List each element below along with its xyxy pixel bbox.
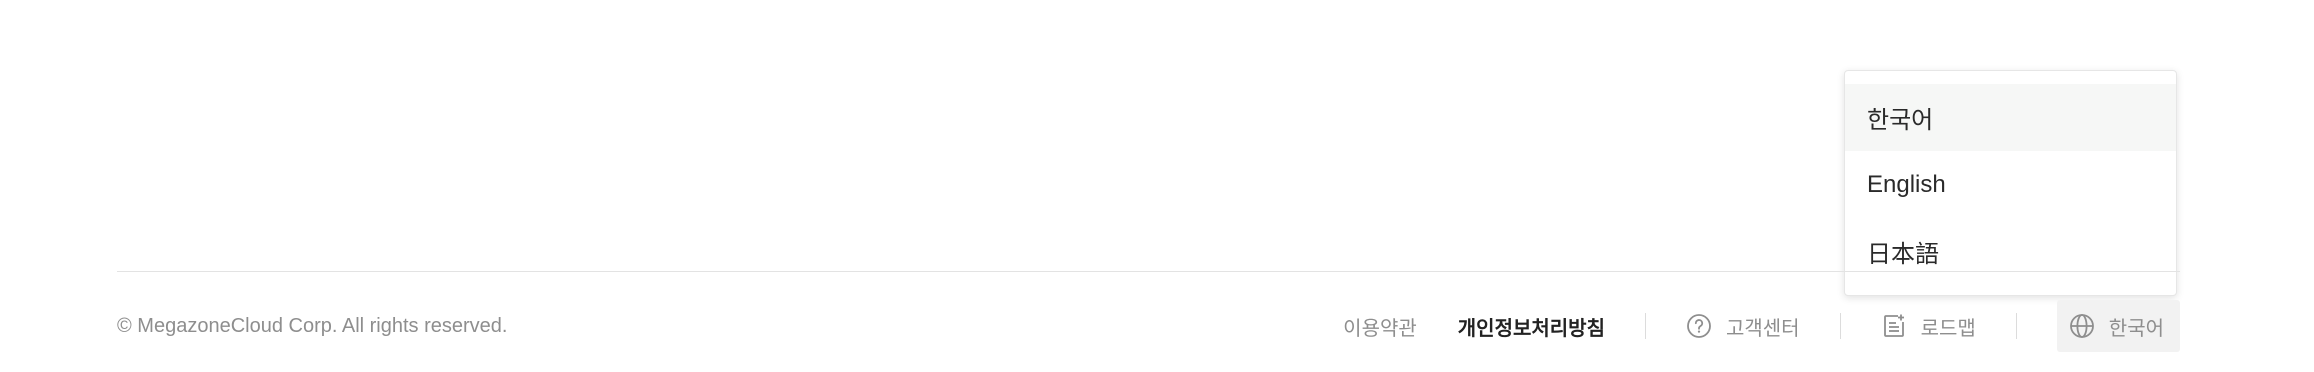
support-link[interactable]: 고객센터: [1686, 312, 1800, 341]
footer-divider: [117, 271, 2180, 272]
terms-link[interactable]: 이용약관: [1343, 312, 1417, 341]
footer-separator: [2015, 313, 2017, 339]
roadmap-link-label: 로드맵: [1920, 317, 1976, 340]
help-circle-icon: [1686, 313, 1712, 339]
language-option-japanese[interactable]: 日本語: [1845, 218, 2176, 285]
copyright-text: © MegazoneCloud Corp. All rights reserve…: [117, 314, 508, 337]
footer-separator: [1839, 313, 1841, 339]
page: 한국어 English 日本語 © MegazoneCloud Corp. Al…: [0, 0, 2314, 372]
language-select-button[interactable]: 한국어: [2056, 300, 2180, 352]
language-option-english[interactable]: English: [1845, 151, 2176, 218]
footer: © MegazoneCloud Corp. All rights reserve…: [117, 300, 2180, 352]
roadmap-link[interactable]: 로드맵: [1881, 312, 1976, 341]
globe-icon: [2069, 313, 2095, 339]
support-link-label: 고객센터: [1725, 317, 1800, 340]
footer-separator: [1644, 313, 1646, 339]
language-select-label: 한국어: [2108, 317, 2164, 340]
footer-links: 이용약관 개인정보처리방침 고객센터 로드맵 한국어: [1343, 300, 2180, 352]
privacy-policy-link[interactable]: 개인정보처리방침: [1458, 312, 1605, 341]
roadmap-icon: [1881, 313, 1907, 339]
language-option-korean[interactable]: 한국어: [1845, 84, 2176, 151]
language-dropdown-menu: 한국어 English 日本語: [1844, 70, 2177, 296]
